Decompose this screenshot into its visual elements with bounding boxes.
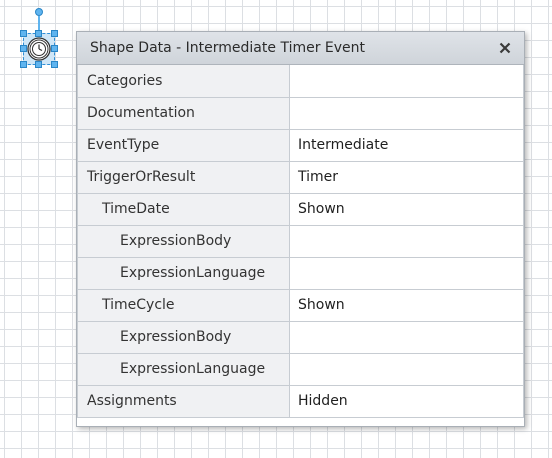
shape-data-window: Shape Data - Intermediate Timer Event Ca… [76, 31, 525, 427]
property-name: Documentation [77, 96, 290, 130]
property-row[interactable]: ExpressionLanguage [77, 352, 524, 386]
property-value[interactable]: Hidden [289, 384, 524, 418]
resize-handle-bottom[interactable] [35, 61, 42, 68]
resize-handle-bottom-left[interactable] [20, 61, 27, 68]
property-row[interactable]: ExpressionBody [77, 224, 524, 258]
property-value[interactable]: Timer [289, 160, 524, 194]
property-value[interactable]: Shown [289, 192, 524, 226]
property-value[interactable] [289, 256, 524, 290]
property-row[interactable]: TimeCycle Shown [77, 288, 524, 322]
property-value[interactable]: Intermediate [289, 128, 524, 162]
property-name: ExpressionLanguage [77, 352, 290, 386]
property-name: EventType [77, 128, 290, 162]
rotation-handle[interactable] [35, 8, 43, 16]
property-name: ExpressionLanguage [77, 256, 290, 290]
resize-handle-top[interactable] [35, 30, 42, 37]
resize-handle-left[interactable] [20, 45, 27, 52]
property-row[interactable]: Assignments Hidden [77, 384, 524, 418]
property-name: TimeDate [77, 192, 290, 226]
property-row[interactable]: EventType Intermediate [77, 128, 524, 162]
property-row[interactable]: Documentation [77, 96, 524, 130]
resize-handle-right[interactable] [51, 45, 58, 52]
property-value[interactable] [289, 320, 524, 354]
property-name: ExpressionBody [77, 224, 290, 258]
property-value[interactable] [289, 96, 524, 130]
selected-timer-event-shape[interactable] [20, 8, 58, 68]
close-button[interactable] [495, 38, 515, 58]
window-title: Shape Data - Intermediate Timer Event [90, 40, 366, 56]
property-row[interactable]: ExpressionLanguage [77, 256, 524, 290]
property-name: TriggerOrResult [77, 160, 290, 194]
property-value[interactable]: Shown [289, 288, 524, 322]
property-value[interactable] [289, 224, 524, 258]
window-title-bar[interactable]: Shape Data - Intermediate Timer Event [77, 32, 524, 65]
close-icon [499, 42, 511, 54]
resize-handle-top-left[interactable] [20, 30, 27, 37]
property-name: TimeCycle [77, 288, 290, 322]
shape-data-table: Categories Documentation EventType Intermed… [77, 65, 524, 418]
timer-event-icon [27, 37, 51, 61]
property-name: Categories [77, 65, 290, 98]
shape-data-rows: Categories Documentation EventType Intermed… [77, 65, 524, 418]
property-row[interactable]: TriggerOrResult Timer [77, 160, 524, 194]
property-row[interactable]: TimeDate Shown [77, 192, 524, 226]
property-row[interactable]: Categories [77, 65, 524, 98]
drawing-canvas[interactable]: Shape Data - Intermediate Timer Event Ca… [0, 0, 552, 458]
property-value[interactable] [289, 352, 524, 386]
property-row[interactable]: ExpressionBody [77, 320, 524, 354]
property-value[interactable] [289, 65, 524, 98]
property-name: Assignments [77, 384, 290, 418]
resize-handle-top-right[interactable] [51, 30, 58, 37]
resize-handle-bottom-right[interactable] [51, 61, 58, 68]
property-name: ExpressionBody [77, 320, 290, 354]
